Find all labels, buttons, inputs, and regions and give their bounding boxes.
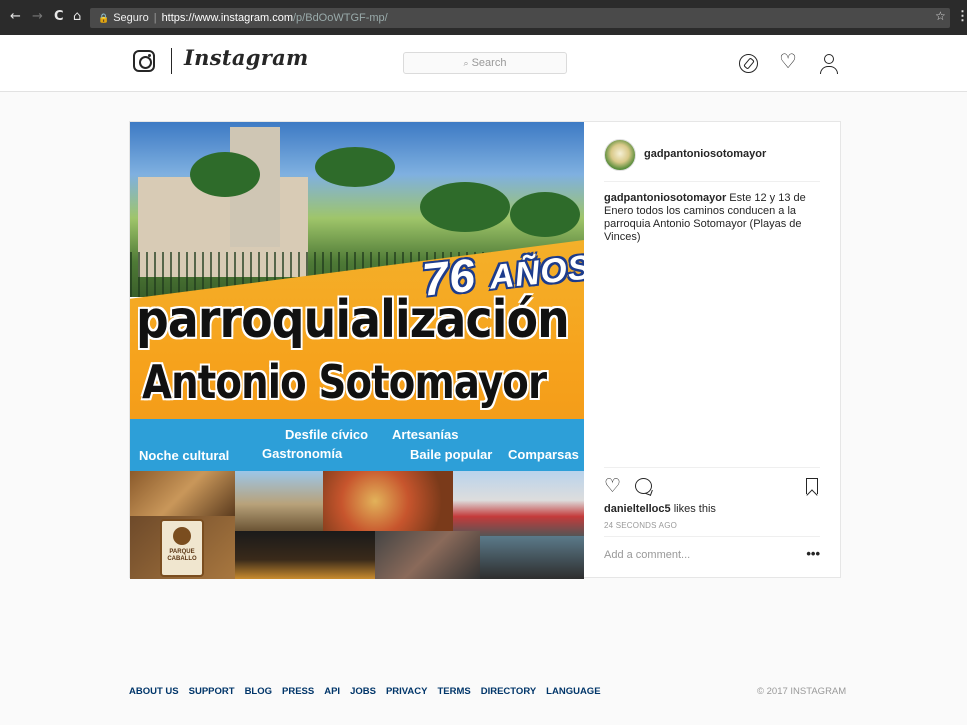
search-icon: ⌕ — [463, 59, 469, 69]
collage-tile — [375, 531, 480, 579]
post-sidebar: gadpantoniosotomayor gadpantoniosotomayo… — [584, 122, 840, 579]
post-actions: ♡ — [604, 467, 820, 502]
post-timestamp[interactable]: 24 SECONDS AGO — [604, 521, 677, 530]
footer-link-support[interactable]: SUPPORT — [189, 686, 235, 697]
like-heart-icon[interactable]: ♡ — [604, 476, 621, 496]
likes-summary: danieltelloc5 likes this — [604, 503, 716, 515]
reload-icon[interactable]: C — [54, 9, 64, 25]
url-host: https://www.instagram.com — [161, 12, 293, 24]
profile-icon[interactable] — [820, 54, 838, 74]
browser-toolbar: ← → C ⌂ 🔒 Seguro | https://www.instagram.co… — [0, 0, 967, 35]
poster-tag: Noche cultural — [139, 448, 230, 463]
instagram-camera-icon[interactable] — [133, 50, 155, 72]
explore-compass-icon[interactable] — [739, 54, 758, 73]
more-options-button[interactable]: ••• — [806, 546, 820, 561]
comment-bubble-icon[interactable] — [635, 478, 652, 494]
footer-link-privacy[interactable]: PRIVACY — [386, 686, 428, 697]
poster-palm — [315, 147, 395, 187]
address-separator: | — [153, 12, 157, 24]
bookmark-star-icon[interactable]: ☆ — [935, 9, 946, 23]
post-owner-header: gadpantoniosotomayor — [604, 137, 820, 182]
post-image[interactable]: 76 AÑOS parroquialización Antonio Sotoma… — [130, 122, 584, 579]
lock-icon: 🔒 — [98, 14, 110, 24]
collage-tile — [235, 471, 323, 531]
collage-tile — [453, 471, 584, 536]
footer-link-press[interactable]: PRESS — [282, 686, 314, 697]
poster-tag: Comparsas — [508, 447, 579, 462]
activity-heart-icon[interactable]: ♡ — [779, 50, 797, 72]
footer-link-terms[interactable]: TERMS — [437, 686, 470, 697]
collage-tile — [130, 471, 235, 516]
home-icon[interactable]: ⌂ — [73, 9, 81, 25]
collage-tile — [235, 531, 375, 579]
collage-sign-text: PARQUE CABALLO — [167, 549, 197, 562]
poster-palm — [510, 192, 580, 237]
footer-link-jobs[interactable]: JOBS — [350, 686, 376, 697]
poster-tag: Gastronomía — [262, 446, 343, 461]
likes-suffix: likes this — [673, 503, 716, 515]
search-placeholder: Search — [471, 57, 507, 69]
comment-form: ••• — [604, 536, 820, 576]
poster-tag: Artesanías — [392, 427, 459, 442]
poster-collage: PARQUE CABALLO — [130, 471, 584, 579]
collage-tile — [323, 471, 453, 531]
url-path: /p/BdOoWTGF-mp/ — [293, 12, 388, 24]
footer-link-language[interactable]: LANGUAGE — [546, 686, 600, 697]
caption-username[interactable]: gadpantoniosotomayor — [604, 192, 726, 204]
likes-username[interactable]: danieltelloc5 — [604, 503, 671, 515]
address-bar[interactable]: 🔒 Seguro | https://www.instagram.com/p/BdOo… — [90, 8, 950, 28]
footer-link-blog[interactable]: BLOG — [245, 686, 272, 697]
back-icon[interactable]: ← — [10, 9, 21, 25]
footer-copyright: © 2017 INSTAGRAM — [757, 686, 847, 697]
avatar[interactable] — [604, 139, 636, 171]
instagram-wordmark[interactable]: Instagram — [184, 45, 309, 70]
save-bookmark-icon[interactable] — [806, 478, 818, 494]
poster-headline-1: parroquialización — [136, 290, 570, 350]
horse-emblem-icon — [173, 527, 191, 545]
instagram-header: Instagram ⌕ Search ♡ — [0, 35, 967, 92]
post-caption: gadpantoniosotomayor Este 12 y 13 de Ene… — [604, 192, 826, 244]
browser-menu-icon[interactable]: ⋮ — [956, 8, 967, 24]
collage-sign: PARQUE CABALLO — [160, 519, 204, 577]
poster-tag: Baile popular — [410, 447, 493, 462]
poster-palm — [420, 182, 510, 232]
comment-input[interactable] — [604, 549, 794, 561]
footer-link-about[interactable]: ABOUT US — [129, 686, 179, 697]
collage-tile — [480, 536, 584, 579]
footer-link-directory[interactable]: DIRECTORY — [481, 686, 536, 697]
post-card: 76 AÑOS parroquialización Antonio Sotoma… — [129, 121, 841, 579]
poster-tag: Desfile cívico — [285, 427, 369, 442]
poster-headline-2: Antonio Sotomayor — [142, 355, 547, 409]
poster-blue-band: Desfile cívico Artesanías Noche cultural… — [130, 419, 584, 471]
poster-palm — [190, 152, 260, 197]
search-input[interactable]: ⌕ Search — [403, 52, 567, 74]
footer-link-api[interactable]: API — [324, 686, 340, 697]
secure-label: Seguro — [113, 12, 149, 24]
owner-username[interactable]: gadpantoniosotomayor — [644, 148, 766, 160]
forward-icon[interactable]: → — [32, 9, 43, 25]
footer-nav: ABOUT US SUPPORT BLOG PRESS API JOBS PRIVACY TE… — [129, 686, 611, 697]
logo-divider — [171, 48, 172, 74]
